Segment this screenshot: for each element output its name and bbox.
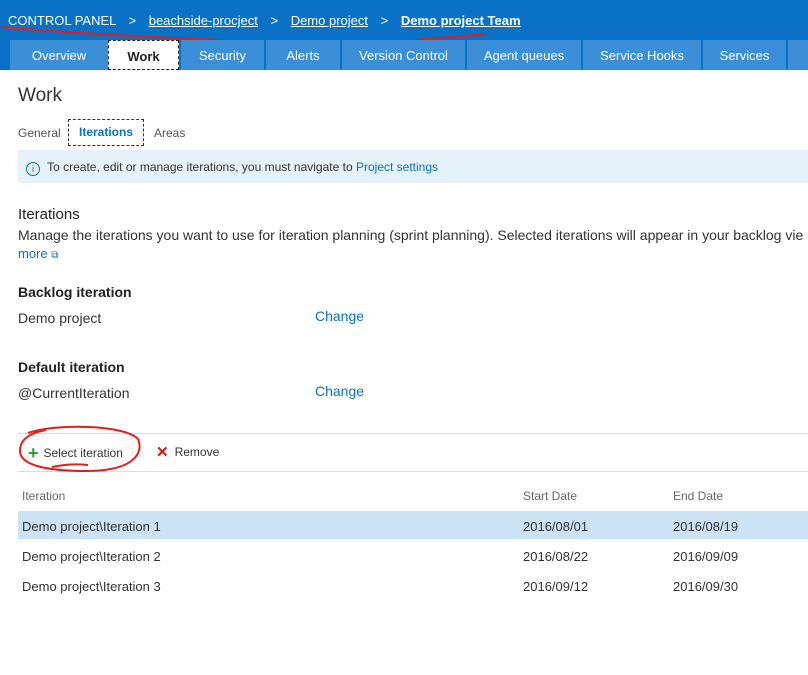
tab-work[interactable]: Work: [108, 40, 179, 70]
table-row[interactable]: Demo project\Iteration 2 2016/08/22 2016…: [18, 541, 808, 569]
end-date-cell: 2016/09/30: [673, 579, 739, 594]
external-link-icon: ⧉: [51, 250, 59, 261]
table-row[interactable]: Demo project\Iteration 3 2016/09/12 2016…: [18, 571, 808, 599]
iteration-cell: Demo project\Iteration 1: [22, 519, 161, 534]
iterations-description: Manage the iterations you want to use fo…: [18, 227, 804, 243]
start-date-cell: 2016/08/01: [523, 519, 589, 534]
tab-overflow[interactable]: [788, 40, 808, 70]
tab-version-control[interactable]: Version Control: [342, 40, 465, 70]
info-icon: i: [26, 162, 40, 176]
project-settings-link[interactable]: Project settings: [356, 160, 438, 174]
tab-overview[interactable]: Overview: [10, 40, 108, 70]
tab-services[interactable]: Services: [703, 40, 786, 70]
default-iteration-label: Default iteration: [18, 359, 125, 375]
info-text: To create, edit or manage iterations, yo…: [47, 160, 353, 174]
close-icon: ✕: [156, 444, 169, 461]
subtab-iterations[interactable]: Iterations: [68, 119, 145, 146]
page-title: Work: [18, 85, 62, 106]
table-row[interactable]: Demo project\Iteration 1 2016/08/01 2016…: [18, 511, 808, 539]
default-iteration-value: @CurrentIteration: [18, 385, 130, 401]
start-date-cell: 2016/08/22: [523, 549, 589, 564]
remove-button[interactable]: ✕ Remove: [156, 443, 219, 461]
subtab-areas[interactable]: Areas: [154, 126, 185, 140]
tab-security[interactable]: Security: [181, 40, 264, 70]
backlog-change-link[interactable]: Change: [315, 308, 364, 324]
tab-bar: Overview Work Security Alerts Version Co…: [0, 40, 808, 70]
iteration-cell: Demo project\Iteration 3: [22, 579, 161, 594]
column-header-iteration[interactable]: Iteration: [22, 489, 65, 503]
remove-label: Remove: [174, 445, 220, 459]
tab-agent-queues[interactable]: Agent queues: [467, 40, 581, 70]
iteration-cell: Demo project\Iteration 2: [22, 549, 161, 564]
backlog-iteration-value: Demo project: [18, 310, 102, 326]
default-change-link[interactable]: Change: [315, 383, 364, 399]
end-date-cell: 2016/08/19: [673, 519, 739, 534]
column-header-start-date[interactable]: Start Date: [523, 489, 577, 503]
info-banner: i To create, edit or manage iterations, …: [18, 150, 808, 183]
tab-alerts[interactable]: Alerts: [266, 40, 340, 70]
more-link-label[interactable]: more: [18, 246, 48, 261]
end-date-cell: 2016/09/09: [673, 549, 739, 564]
column-header-end-date[interactable]: End Date: [673, 489, 723, 503]
start-date-cell: 2016/09/12: [523, 579, 589, 594]
backlog-iteration-label: Backlog iteration: [18, 284, 132, 300]
annotation-circle: [18, 425, 141, 473]
iterations-heading: Iterations: [18, 206, 80, 223]
subtab-general[interactable]: General: [18, 126, 61, 140]
tab-service-hooks[interactable]: Service Hooks: [583, 40, 701, 70]
more-link[interactable]: more ⧉: [18, 246, 58, 261]
